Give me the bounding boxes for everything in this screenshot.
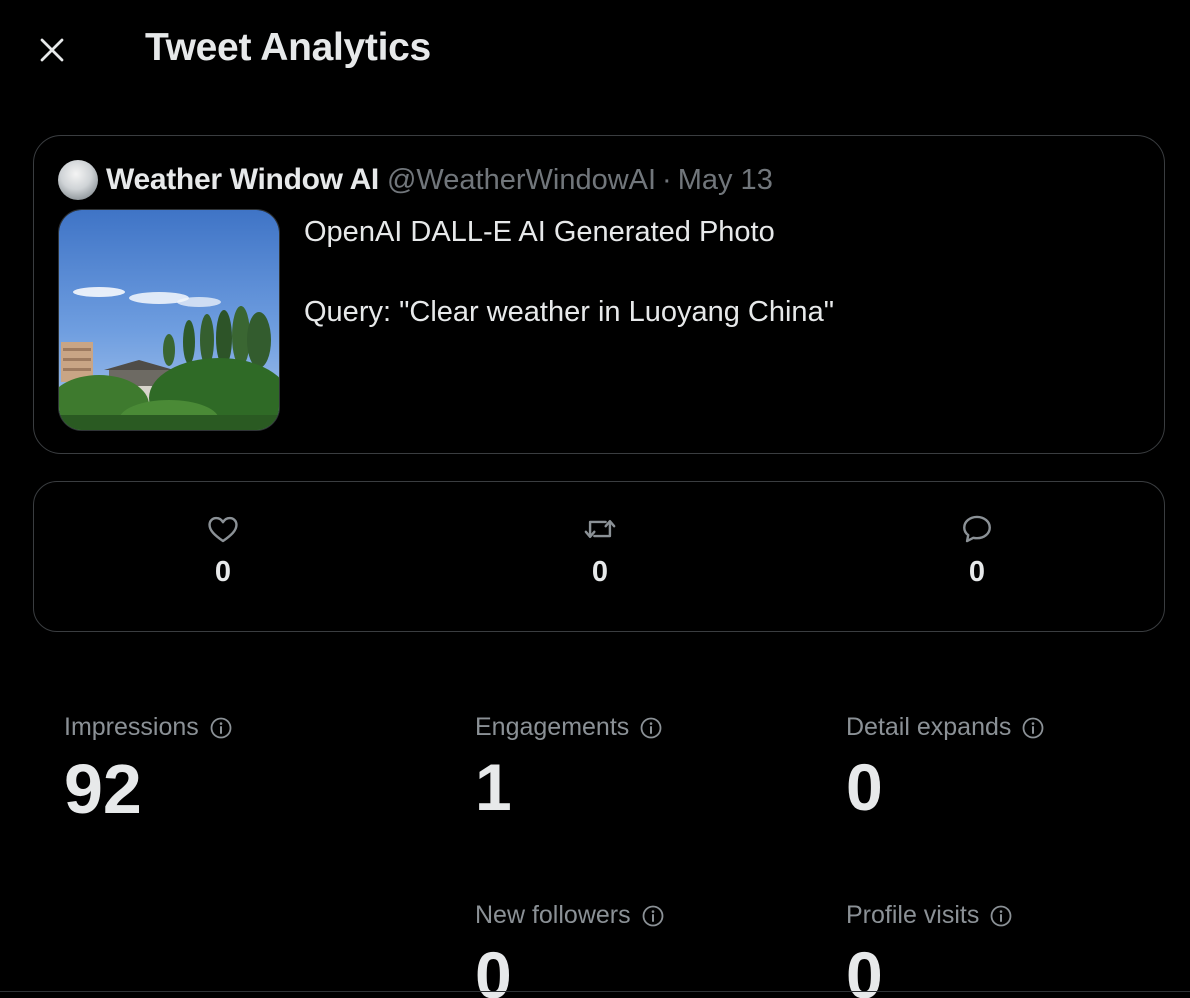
info-icon[interactable]	[209, 716, 233, 740]
author-handle[interactable]: @WeatherWindowAI	[387, 164, 656, 197]
info-icon[interactable]	[639, 716, 663, 740]
tweet-analytics-modal: Tweet Analytics Weather Window AI @Weath…	[0, 0, 1190, 998]
impressions-value: 92	[64, 750, 142, 828]
new-followers-metric: New followers 0	[475, 901, 665, 998]
close-icon	[40, 38, 64, 62]
separator-dot: ·	[662, 163, 672, 196]
heart-icon	[208, 516, 238, 543]
engagements-value: 1	[475, 750, 512, 824]
info-icon[interactable]	[989, 904, 1013, 928]
profile-visits-value: 0	[846, 938, 883, 998]
detail-expands-metric: Detail expands 0	[846, 713, 1045, 820]
reply-icon	[963, 515, 991, 543]
likes-count: 0	[214, 556, 232, 588]
page-title: Tweet Analytics	[145, 26, 431, 69]
detail-expands-label: Detail expands	[846, 713, 1012, 741]
tweet-text: OpenAI DALL-E AI Generated Photo Query: …	[304, 216, 834, 328]
tweet-card[interactable]: Weather Window AI @WeatherWindowAI · May…	[33, 135, 1165, 454]
landscape-photo	[59, 210, 279, 430]
new-followers-label: New followers	[475, 901, 631, 929]
retweets-stat[interactable]: 0	[540, 512, 660, 589]
close-button[interactable]	[30, 28, 74, 72]
replies-stat[interactable]: 0	[917, 512, 1037, 589]
tweet-image[interactable]	[58, 209, 280, 431]
replies-count: 0	[968, 556, 986, 588]
profile-visits-label: Profile visits	[846, 901, 980, 929]
profile-visits-metric: Profile visits 0	[846, 901, 1013, 998]
new-followers-value: 0	[475, 938, 512, 998]
modal-header: Tweet Analytics	[0, 0, 1190, 100]
impressions-label: Impressions	[64, 713, 199, 741]
engagements-label: Engagements	[475, 713, 630, 741]
info-icon[interactable]	[641, 904, 665, 928]
engagements-metric: Engagements 1	[475, 713, 663, 820]
tweet-header: Weather Window AI @WeatherWindowAI · May…	[58, 160, 773, 200]
author-name[interactable]: Weather Window AI	[106, 163, 379, 197]
likes-stat[interactable]: 0	[163, 512, 283, 589]
divider	[0, 991, 1190, 992]
avatar[interactable]	[58, 160, 98, 200]
retweet-icon	[584, 520, 616, 538]
tweet-date[interactable]: May 13	[678, 164, 773, 197]
info-icon[interactable]	[1021, 716, 1045, 740]
impressions-metric: Impressions 92	[64, 713, 233, 824]
engagement-card: 0 0 0	[33, 481, 1165, 632]
detail-expands-value: 0	[846, 750, 883, 824]
retweets-count: 0	[591, 556, 609, 588]
